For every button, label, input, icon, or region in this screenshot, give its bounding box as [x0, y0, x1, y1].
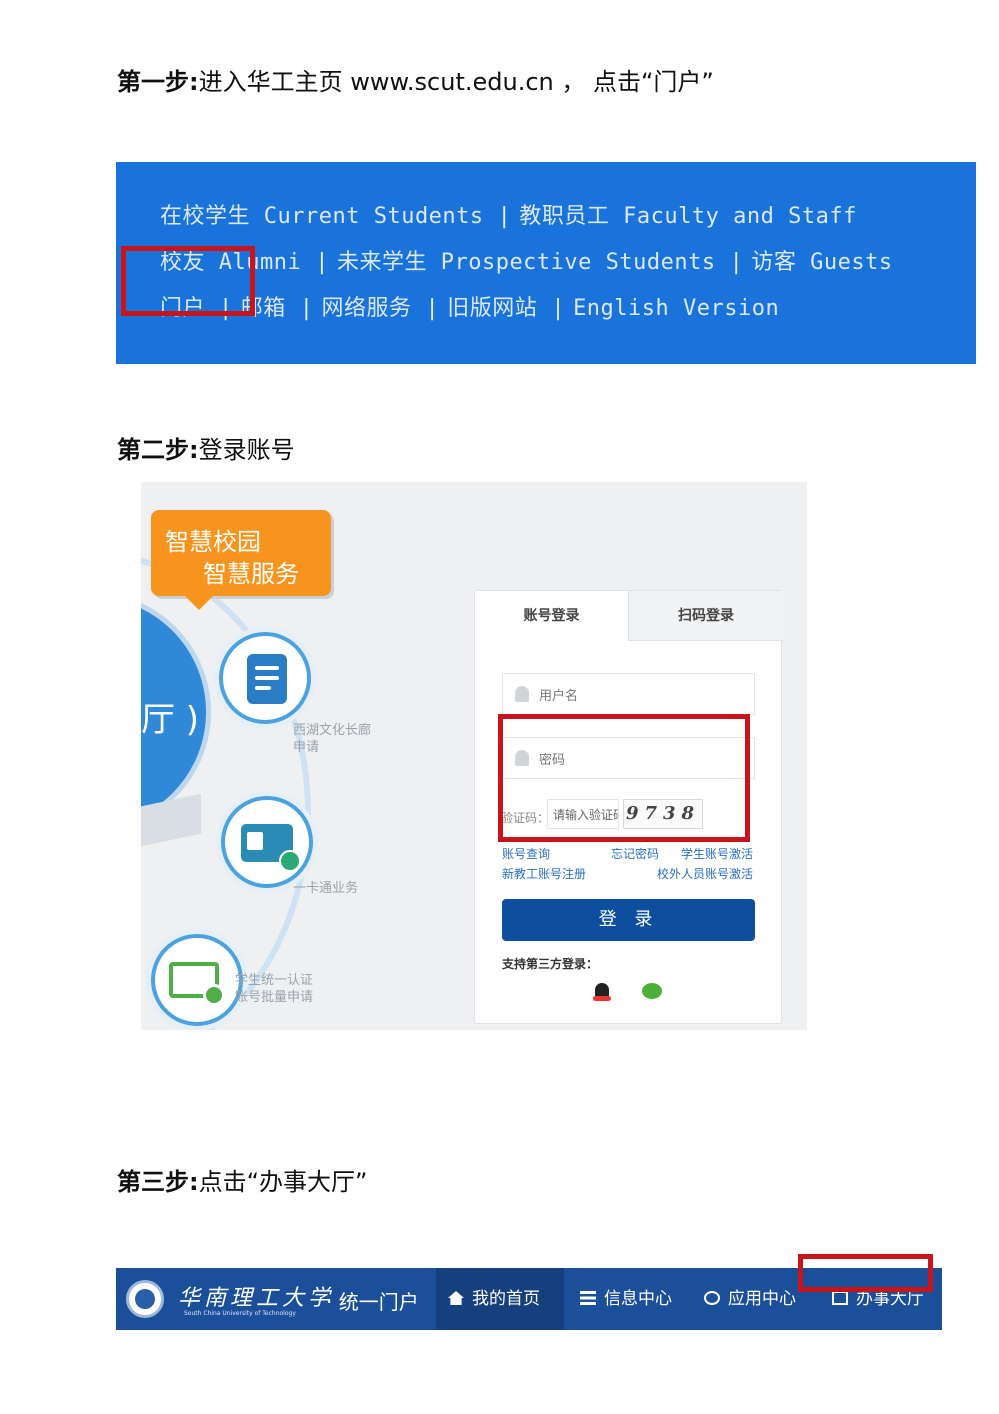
step2-text: 登录账号 [198, 436, 295, 464]
link-forgot-password[interactable]: 忘记密码 [611, 845, 659, 862]
service-hall-highlight-box [798, 1254, 933, 1292]
bubble-tail [183, 594, 215, 610]
link-account-query[interactable]: 账号查询 [502, 845, 550, 862]
nav-info-center[interactable]: 信息中心 [568, 1268, 692, 1330]
link-current-students[interactable]: 在校学生 Current Students [160, 204, 484, 229]
university-name: 华南理工大学 [178, 1286, 335, 1311]
service-label-westlake: 西湖文化长廊 申请 [293, 723, 372, 755]
seal-icon [203, 984, 225, 1006]
step1-label: 第一步: [117, 68, 199, 96]
link-faculty-staff[interactable]: 教职员工 Faculty and Staff [519, 204, 856, 229]
nav-app-center-label: 应用中心 [728, 1289, 796, 1309]
third-party-label: 支持第三方登录： [502, 957, 599, 971]
university-name-en: South China University of Technology [184, 1310, 296, 1317]
home-icon [448, 1291, 464, 1305]
service-label-auth: 学生统一认证 账号批量申请 [235, 973, 314, 1005]
document-icon[interactable] [219, 632, 311, 724]
service-label-card: 一卡通业务 [293, 881, 359, 896]
username-field[interactable]: 用户名 [502, 673, 755, 715]
bubble-line-2: 智慧服务 [203, 560, 299, 588]
separator: | [315, 250, 329, 275]
qq-icon[interactable] [593, 983, 611, 1001]
separator: | [497, 204, 512, 229]
link-student-activate[interactable]: 学生账号激活 [681, 845, 753, 862]
link-prospective-students[interactable]: 未来学生 Prospective Students [337, 250, 716, 275]
nav-info-center-label: 信息中心 [604, 1289, 672, 1309]
step3-label: 第三步: [117, 1168, 199, 1196]
step1-text: 进入华工主页 www.scut.edu.cn ， 点击“门户” [198, 68, 714, 96]
link-new-staff-register[interactable]: 新教工账号注册 [502, 865, 586, 882]
password-captcha-highlight-box [498, 714, 750, 842]
nav-service-hall-label: 办事大厅 [856, 1289, 924, 1309]
banner-line-1: 在校学生 Current Students | 教职员工 Faculty and S… [160, 198, 863, 230]
banner-line-2: 校友 Alumni | 未来学生 Prospective Students | 访客 G… [160, 244, 899, 276]
username-placeholder: 用户名 [539, 689, 579, 704]
university-logo [126, 1280, 164, 1318]
link-english-version[interactable]: English Version [573, 296, 779, 321]
login-button[interactable]: 登 录 [502, 899, 755, 941]
separator: | [551, 296, 566, 321]
link-guests[interactable]: 访客 Guests [751, 250, 892, 275]
bubble-line-1: 智慧校园 [165, 528, 261, 556]
step2-heading: 第二步:登录账号 [117, 434, 295, 466]
wechat-icon[interactable] [642, 983, 662, 999]
user-icon [515, 686, 529, 702]
separator: | [425, 296, 440, 321]
nav-my-home-label: 我的首页 [472, 1289, 540, 1309]
separator: | [729, 250, 744, 275]
step3-text: 点击“办事大厅” [198, 1168, 368, 1196]
apps-icon [704, 1291, 720, 1305]
link-old-site[interactable]: 旧版网站 [447, 296, 537, 321]
certificate-icon[interactable] [151, 934, 243, 1026]
step1-heading: 第一步:进入华工主页 www.scut.edu.cn ， 点击“门户” [117, 66, 714, 98]
nav-my-home[interactable]: 我的首页 [436, 1268, 564, 1330]
link-network-services[interactable]: 网络服务 [322, 296, 412, 321]
tab-account-login[interactable]: 账号登录 [475, 591, 628, 641]
list-icon [580, 1291, 596, 1305]
check-icon [279, 850, 301, 872]
portal-title: · 统一门户 [326, 1290, 419, 1314]
tab-qr-login[interactable]: 扫码登录 [628, 591, 783, 641]
hall-fragment-text: 厅 ) [141, 700, 200, 740]
separator: | [299, 296, 314, 321]
id-card-icon[interactable] [221, 796, 313, 888]
step2-label: 第二步: [117, 436, 199, 464]
service-hall-icon [832, 1291, 848, 1305]
step3-heading: 第三步:点击“办事大厅” [117, 1166, 367, 1198]
link-external-activate[interactable]: 校外人员账号激活 [657, 865, 753, 882]
document-shape [247, 654, 287, 704]
smart-campus-bubble: 智慧校园 智慧服务 [151, 510, 331, 596]
portal-highlight-box [121, 246, 255, 316]
